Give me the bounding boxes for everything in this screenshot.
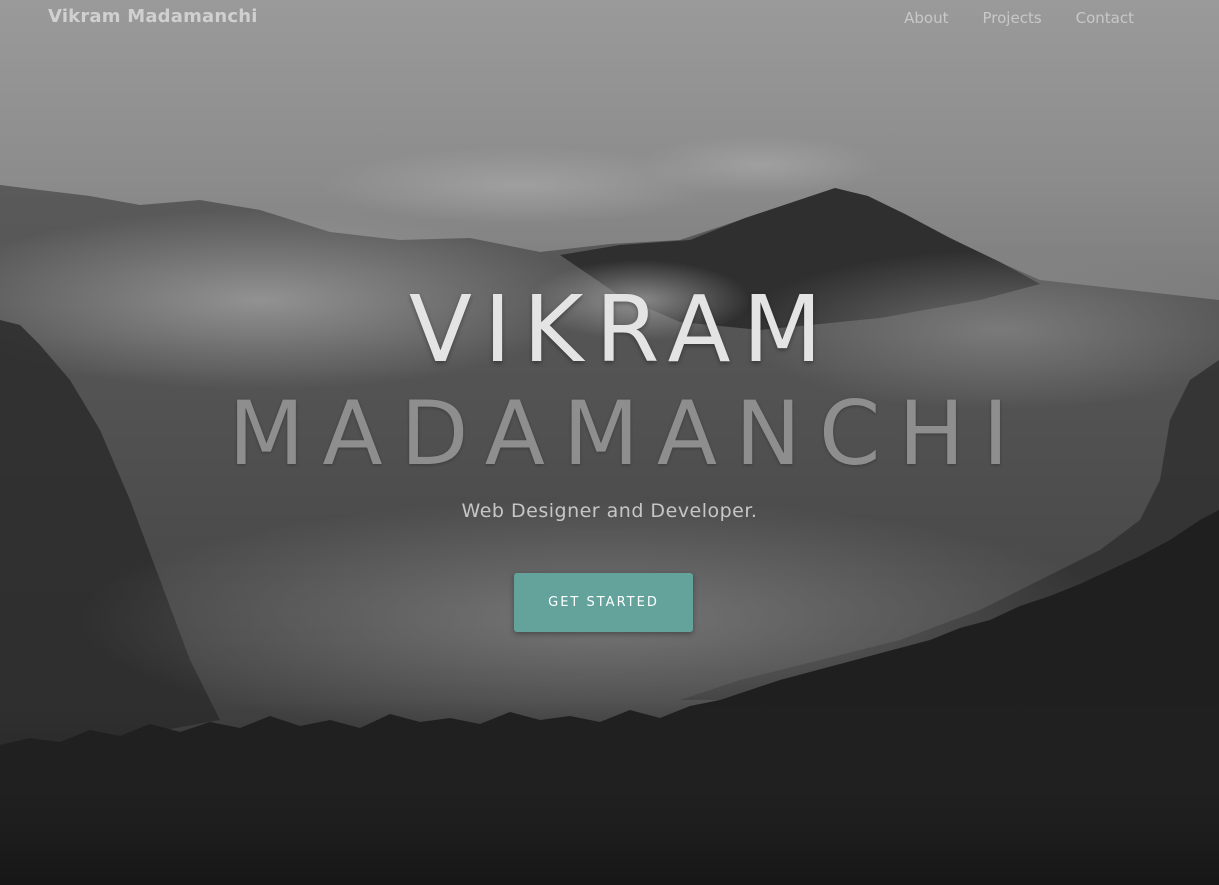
brand-link[interactable]: Vikram Madamanchi — [48, 6, 258, 27]
hero-title-last-name: MADAMANCHI — [228, 382, 1027, 485]
hero-title-first-name: VIKRAM — [409, 276, 834, 383]
nav-link-contact[interactable]: Contact — [1076, 9, 1134, 27]
hero-section: Vikram Madamanchi About Projects Contact… — [0, 0, 1219, 885]
nav-link-about[interactable]: About — [904, 9, 948, 27]
hero-subtitle: Web Designer and Developer. — [461, 500, 758, 522]
get-started-button[interactable]: GET STARTED — [514, 573, 693, 632]
nav-link-projects[interactable]: Projects — [983, 9, 1042, 27]
top-navbar: Vikram Madamanchi About Projects Contact — [0, 0, 1219, 36]
nav-links: About Projects Contact — [904, 9, 1134, 27]
